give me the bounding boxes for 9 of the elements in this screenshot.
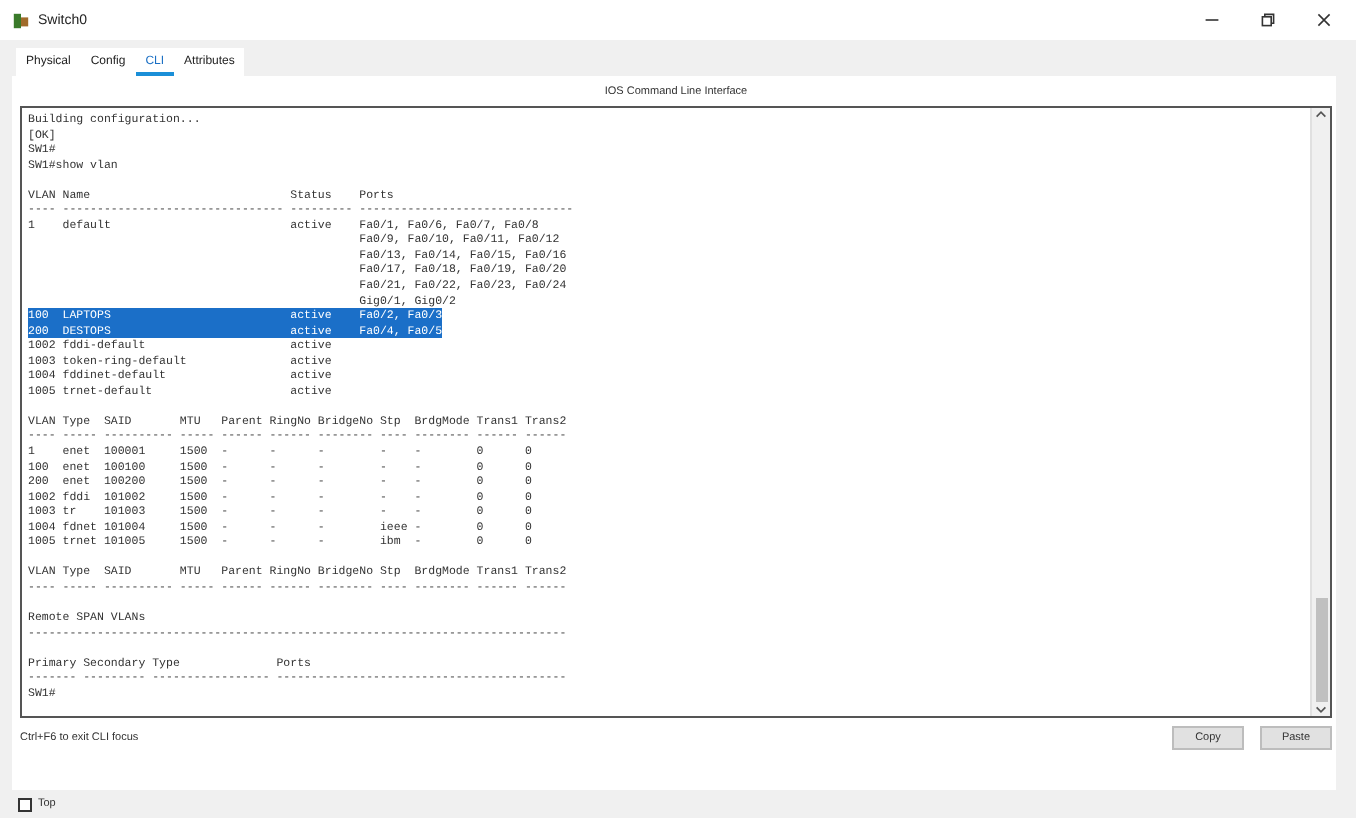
- switch-icon: [12, 11, 30, 29]
- scrollbar-thumb[interactable]: [1315, 598, 1327, 702]
- close-icon[interactable]: [1316, 12, 1332, 28]
- scrollbar[interactable]: [1310, 108, 1330, 716]
- checkbox[interactable]: [18, 797, 32, 811]
- scroll-down-icon[interactable]: [1314, 704, 1328, 716]
- restore-icon[interactable]: [1260, 12, 1276, 28]
- scroll-up-icon[interactable]: [1314, 108, 1328, 120]
- terminal-console[interactable]: [20, 106, 1332, 718]
